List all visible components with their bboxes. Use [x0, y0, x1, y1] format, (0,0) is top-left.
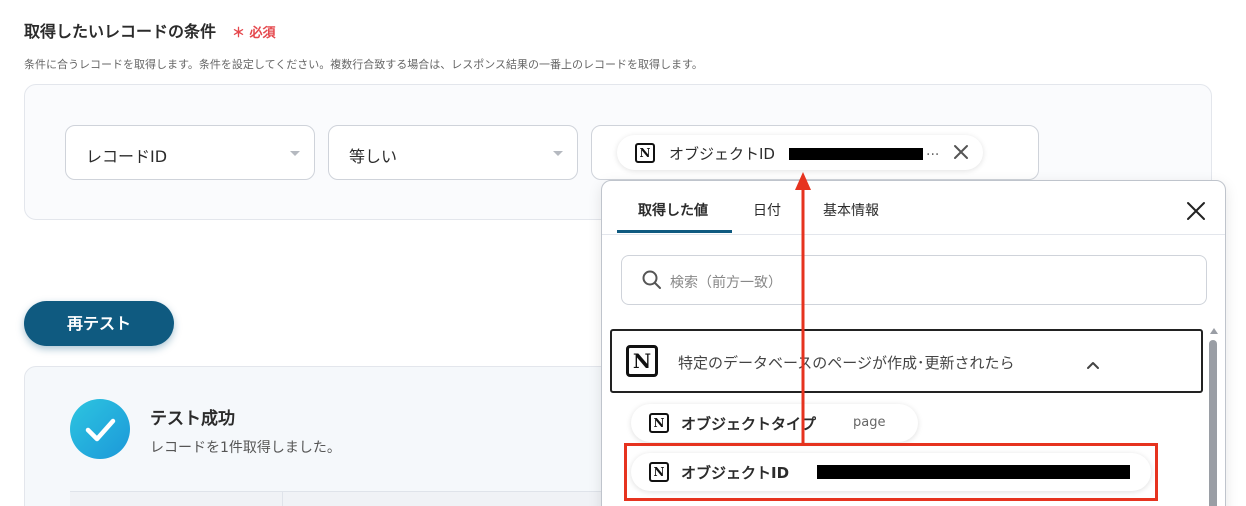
- chevron-up-icon: [1086, 355, 1100, 374]
- tab-divider: [602, 234, 1225, 235]
- highlight-box: [624, 443, 1158, 501]
- result-title: テスト成功: [150, 409, 235, 429]
- tab-retrieved-values[interactable]: 取得した値: [638, 200, 708, 220]
- table-divider: [282, 492, 283, 506]
- section-help-text: 条件に合うレコードを取得します。条件を設定してください。複数行合致する場合は、レ…: [24, 58, 703, 71]
- search-icon: [642, 270, 661, 289]
- redacted-value: [789, 148, 923, 160]
- list-item-value: page: [853, 415, 886, 430]
- tab-date[interactable]: 日付: [753, 200, 781, 220]
- field-select-value: レコードID: [86, 147, 168, 166]
- active-tab-indicator: [617, 230, 732, 233]
- required-badge: ＊ 必須: [232, 26, 276, 41]
- section-title: 取得したいレコードの条件: [24, 22, 217, 41]
- success-check-icon: [70, 399, 130, 459]
- caret-down-icon: [290, 151, 300, 156]
- retest-button[interactable]: 再テスト: [24, 301, 174, 346]
- notion-icon: N: [626, 345, 658, 377]
- scrollbar-thumb[interactable]: [1209, 340, 1217, 506]
- trigger-group-header[interactable]: N 特定のデータベースのページが作成･更新されたら: [610, 329, 1203, 393]
- value-chip-ellipsis: ...: [926, 143, 940, 159]
- operator-select-value: 等しい: [349, 147, 398, 166]
- operator-select[interactable]: 等しい: [328, 125, 578, 180]
- close-icon[interactable]: [1186, 201, 1206, 225]
- trigger-group-label: 特定のデータベースのページが作成･更新されたら: [678, 354, 1015, 372]
- field-select[interactable]: レコードID: [65, 125, 315, 180]
- value-chip-label: オブジェクトID: [669, 145, 775, 163]
- search-input[interactable]: 検索（前方一致）: [621, 255, 1207, 305]
- result-table: [70, 491, 610, 506]
- scroll-up-arrow-icon[interactable]: [1210, 328, 1218, 334]
- tab-basic-info[interactable]: 基本情報: [823, 200, 879, 220]
- list-item-object-type[interactable]: N オブジェクトタイプ page: [631, 404, 918, 442]
- remove-chip-icon[interactable]: [953, 144, 969, 164]
- notion-icon: N: [649, 413, 669, 433]
- value-chip[interactable]: N オブジェクトID ...: [617, 135, 983, 170]
- caret-down-icon: [553, 151, 563, 156]
- search-placeholder: 検索（前方一致）: [670, 275, 782, 291]
- list-item-label: オブジェクトタイプ: [681, 415, 817, 433]
- result-description: レコードを1件取得しました。: [150, 440, 341, 456]
- notion-icon: N: [635, 143, 655, 163]
